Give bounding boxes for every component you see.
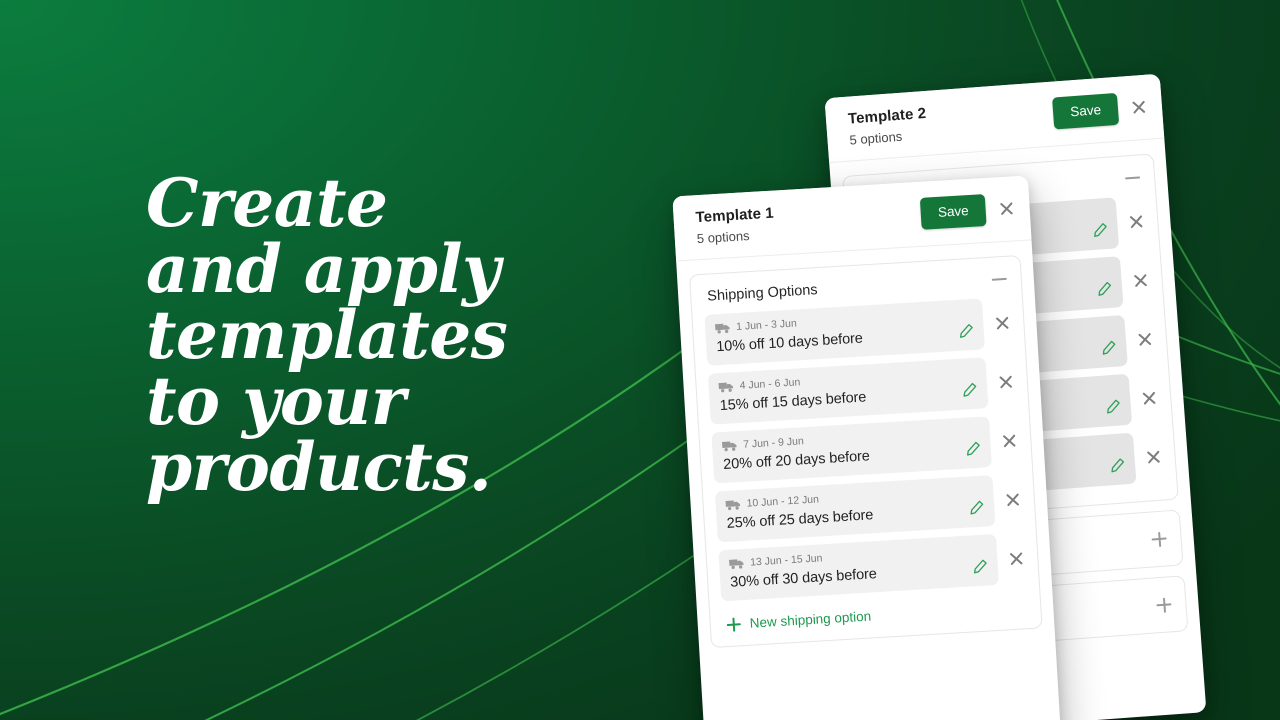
list-item[interactable]: 10 Jun - 12 Jun 25% off 25 days before: [714, 473, 1023, 543]
minus-icon[interactable]: [991, 277, 1007, 281]
plus-icon[interactable]: [1151, 531, 1167, 547]
close-icon[interactable]: [1129, 97, 1148, 116]
pencil-icon[interactable]: [969, 500, 985, 516]
close-icon[interactable]: [1003, 490, 1022, 509]
option-text: 15% off 15 days before: [719, 389, 867, 415]
truck-icon: [728, 558, 744, 569]
page-title: Create and apply templates to your produ…: [146, 170, 706, 500]
headline-line: templates: [146, 296, 508, 374]
pencil-icon[interactable]: [965, 441, 981, 457]
close-icon[interactable]: [1131, 271, 1150, 290]
pencil-icon[interactable]: [972, 559, 988, 575]
close-icon[interactable]: [1127, 212, 1146, 231]
pencil-icon[interactable]: [1110, 457, 1126, 473]
pencil-icon[interactable]: [958, 323, 974, 339]
card-body: Shipping Options 1 Jun - 3 Jun 10% off 1…: [676, 240, 1055, 660]
option-text: 20% off 20 days before: [722, 448, 871, 473]
truck-icon: [718, 382, 734, 392]
pencil-icon[interactable]: [1101, 340, 1117, 356]
panel-title: Shipping Options: [706, 282, 819, 305]
plus-icon[interactable]: [1156, 597, 1172, 613]
pencil-icon[interactable]: [962, 382, 978, 398]
option-text: 10% off 10 days before: [715, 330, 864, 356]
pencil-icon[interactable]: [1092, 222, 1108, 238]
pencil-icon[interactable]: [1097, 281, 1113, 297]
date-range: 1 Jun - 3 Jun: [735, 317, 798, 333]
headline-line: and apply: [146, 230, 500, 308]
new-shipping-option-label: New shipping option: [749, 608, 872, 631]
headline-line: products.: [146, 428, 492, 506]
option-text: 25% off 25 days before: [726, 507, 874, 532]
date-range: 7 Jun - 9 Jun: [742, 435, 805, 451]
shipping-options-panel: Shipping Options 1 Jun - 3 Jun 10% off 1…: [688, 255, 1043, 649]
date-range: 10 Jun - 12 Jun: [746, 493, 820, 510]
headline-line: to your: [146, 362, 406, 440]
close-icon[interactable]: [1000, 431, 1019, 450]
truck-icon: [725, 499, 741, 510]
truck-icon: [721, 441, 737, 451]
minus-icon[interactable]: [1125, 176, 1141, 180]
list-item[interactable]: 13 Jun - 15 Jun 30% off 30 days before: [718, 532, 1026, 602]
plus-icon: [726, 617, 741, 632]
list-item[interactable]: 7 Jun - 9 Jun 20% off 20 days before: [711, 415, 1019, 484]
option-text: 30% off 30 days before: [729, 566, 878, 591]
truck-icon: [714, 323, 730, 333]
save-button[interactable]: Save: [1052, 92, 1120, 130]
save-button[interactable]: Save: [920, 194, 987, 230]
close-icon[interactable]: [1144, 447, 1163, 466]
list-item[interactable]: 4 Jun - 6 Jun 15% off 15 days before: [707, 356, 1016, 425]
close-icon[interactable]: [996, 372, 1015, 391]
template-card-1[interactable]: Template 1 5 options Save Shipping Optio…: [672, 175, 1063, 720]
date-range: 13 Jun - 15 Jun: [749, 552, 823, 569]
close-icon[interactable]: [997, 199, 1016, 218]
close-icon[interactable]: [993, 313, 1012, 332]
date-range: 4 Jun - 6 Jun: [739, 376, 801, 392]
close-icon[interactable]: [1007, 549, 1026, 568]
headline-line: Create: [146, 164, 388, 242]
close-icon[interactable]: [1135, 329, 1154, 348]
pencil-icon[interactable]: [1105, 398, 1121, 414]
close-icon[interactable]: [1140, 388, 1159, 407]
